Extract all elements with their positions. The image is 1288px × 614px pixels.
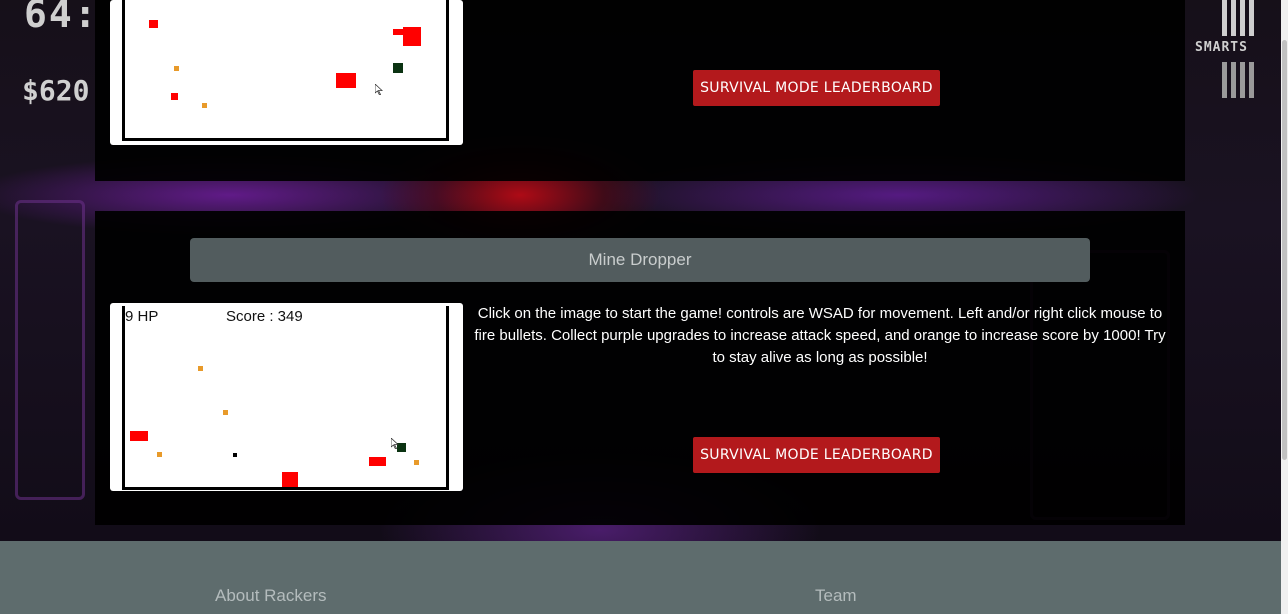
enemy-block <box>336 73 356 88</box>
orange-upgrade <box>174 66 179 71</box>
background-bars-decoration <box>1222 62 1258 98</box>
enemy-block <box>282 472 298 487</box>
bullet <box>233 453 237 457</box>
orange-upgrade <box>223 410 228 415</box>
previous-game-field <box>122 0 449 141</box>
enemy-block <box>130 431 148 441</box>
enemy-block <box>369 457 386 466</box>
mine-dropper-field: 9 HP Score : 349 <box>122 306 449 490</box>
game-instructions: Click on the image to start the game! co… <box>474 305 1166 366</box>
page-scrollbar[interactable] <box>1281 0 1288 614</box>
site-footer: About Rackers Team <box>0 541 1281 614</box>
enemy-block <box>403 27 421 46</box>
orange-upgrade <box>202 103 207 108</box>
scrollbar-thumb[interactable] <box>1282 40 1287 460</box>
orange-upgrade <box>157 452 162 457</box>
background-bars-decoration <box>1222 0 1258 36</box>
orange-upgrade <box>198 366 203 371</box>
orange-upgrade <box>414 460 419 465</box>
background-hud-label: SMARTS <box>1195 40 1248 55</box>
mouse-cursor-icon <box>391 438 399 449</box>
background-circuit-decoration <box>15 200 85 500</box>
background-hud-money: $620 <box>22 74 90 107</box>
mouse-cursor-icon <box>375 84 383 95</box>
footer-team-heading: Team <box>815 586 857 605</box>
score-display: Score : 349 <box>226 308 303 325</box>
hp-display: 9 HP <box>125 308 159 325</box>
footer-about-heading: About Rackers <box>215 586 327 605</box>
mine-dropper-canvas[interactable]: 9 HP Score : 349 <box>110 303 463 491</box>
enemy-block <box>149 20 158 28</box>
previous-game-canvas[interactable] <box>110 0 463 145</box>
survival-leaderboard-button[interactable]: SURVIVAL MODE LEADERBOARD <box>693 70 940 106</box>
game-title: Mine Dropper <box>190 238 1090 282</box>
previous-game-panel: SURVIVAL MODE LEADERBOARD <box>95 0 1185 181</box>
background-hud-number: 64: <box>24 0 99 36</box>
survival-leaderboard-button[interactable]: SURVIVAL MODE LEADERBOARD <box>693 437 940 473</box>
enemy-block <box>171 93 178 100</box>
player-ship <box>393 63 403 73</box>
mine-dropper-panel: Mine Dropper 9 HP Score : 349 Click on t… <box>95 211 1185 525</box>
